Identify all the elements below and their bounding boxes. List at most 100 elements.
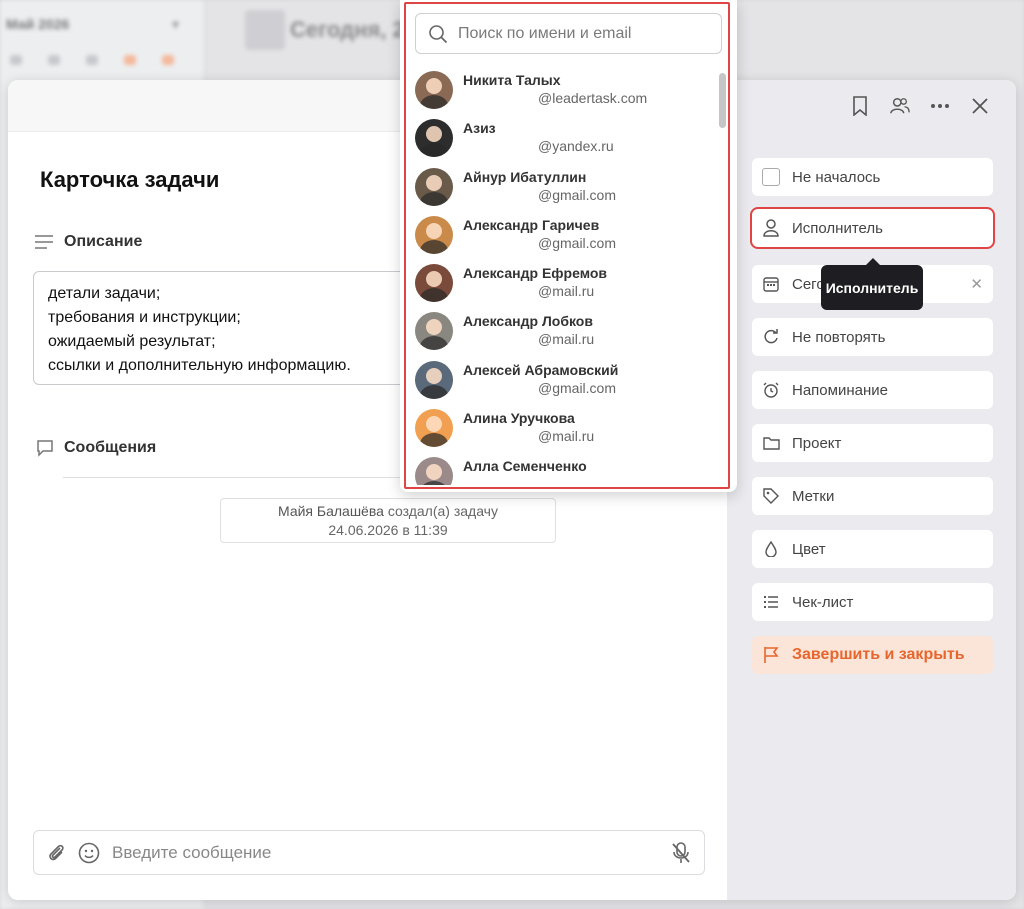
user-list-item[interactable]: Александр Лобков @mail.ru <box>408 306 718 354</box>
description-header: Описание <box>34 233 142 251</box>
chevron-icon: ▾ <box>172 16 180 32</box>
avatar <box>415 312 453 351</box>
calendar-icon <box>762 275 780 293</box>
assignee-label: Исполнитель <box>792 219 883 237</box>
reminder-button[interactable]: Напоминание <box>752 371 993 409</box>
user-name: Алина Уручкова <box>463 410 575 427</box>
user-name: Никита Талых <box>463 72 561 88</box>
color-label: Цвет <box>792 540 826 558</box>
microphone-off-icon[interactable] <box>670 841 692 865</box>
user-list-item[interactable]: Айнур Ибатуллин @gmail.com <box>408 162 718 210</box>
avatar <box>415 119 453 158</box>
avatar <box>415 457 453 485</box>
emoji-icon[interactable] <box>78 842 100 864</box>
reminder-label: Напоминание <box>792 381 888 399</box>
description-line: ожидаемый результат; <box>48 333 216 350</box>
messages-header: Сообщения <box>36 439 156 457</box>
calendar-month-label: Май 2026 <box>6 16 70 32</box>
project-label: Проект <box>792 434 842 452</box>
finish-label: Завершить и закрыть <box>792 646 965 663</box>
assignee-search[interactable] <box>415 13 722 54</box>
avatar <box>415 264 453 303</box>
bookmark-icon[interactable] <box>850 96 870 116</box>
user-name: Александр Гаричев <box>463 216 600 233</box>
folder-icon <box>762 434 780 452</box>
status-checkbox[interactable] <box>762 168 780 186</box>
message-input-bar[interactable]: Введите сообщение <box>33 830 705 875</box>
created-text: создал(а) задачу <box>387 503 498 519</box>
created-datetime: 24.06.2026 в 11:39 <box>328 522 448 538</box>
assignee-button[interactable]: Исполнитель <box>750 207 995 249</box>
user-name: Азиз <box>463 120 496 137</box>
creator-name: Майя Балашёва <box>278 503 384 519</box>
calendar-weekdays <box>10 55 174 65</box>
messages-label: Сообщения <box>64 439 157 456</box>
tags-button[interactable]: Метки <box>752 477 993 515</box>
more-icon[interactable] <box>930 96 950 116</box>
assignee-user-list: Никита Талых @leadertask.com Азиз @yandex.… <box>408 65 718 485</box>
sidebar-toggle-icon <box>245 10 285 50</box>
user-list-item[interactable]: Никита Талых @leadertask.com <box>408 65 718 113</box>
search-icon <box>429 24 448 43</box>
user-email: @gmail.com <box>538 379 617 396</box>
alarm-clock-icon <box>762 381 780 399</box>
user-email: @leadertask.com <box>538 90 648 106</box>
user-email: @mail.ru <box>538 428 595 445</box>
tag-icon <box>762 487 780 505</box>
avatar <box>415 71 453 109</box>
finish-and-close-button[interactable]: Завершить и закрыть <box>752 636 993 674</box>
droplet-icon <box>762 540 780 558</box>
description-editor[interactable]: детали задачи; требования и инструкции; … <box>33 271 413 385</box>
user-list-item[interactable]: Алина Уручкова @mail.ru <box>408 403 718 451</box>
project-button[interactable]: Проект <box>752 424 993 462</box>
clear-date-icon[interactable]: ✕ <box>970 275 983 293</box>
repeat-button[interactable]: Не повторять <box>752 318 993 356</box>
checklist-icon <box>762 593 780 611</box>
user-email: @mail.ru <box>538 331 595 348</box>
user-name: Александр Лобков <box>463 313 593 330</box>
users-icon[interactable] <box>890 96 910 116</box>
repeat-icon <box>762 328 780 346</box>
color-button[interactable]: Цвет <box>752 530 993 568</box>
checklist-label: Чек-лист <box>792 593 854 611</box>
user-list-item[interactable]: Александр Гаричев @gmail.com <box>408 210 718 258</box>
user-list-item[interactable]: Азиз @yandex.ru <box>408 113 718 161</box>
status-label: Не началось <box>792 168 881 186</box>
description-line: требования и инструкции; <box>48 309 241 326</box>
assignee-tooltip: Исполнитель <box>821 258 923 310</box>
task-title[interactable]: Карточка задачи <box>40 167 219 193</box>
description-line: ссылки и дополнительную информацию. <box>48 357 351 374</box>
chat-icon <box>37 440 53 457</box>
tags-label: Метки <box>792 487 835 505</box>
user-name: Алексей Абрамовский <box>463 361 619 378</box>
avatar <box>415 409 453 448</box>
flag-icon <box>762 646 780 664</box>
user-email: @mail.ru <box>538 283 595 300</box>
user-list-item[interactable]: Алексей Абрамовский @gmail.com <box>408 355 718 403</box>
close-icon[interactable] <box>970 96 990 116</box>
description-line: детали задачи; <box>48 285 161 302</box>
dropdown-scrollbar[interactable] <box>719 73 726 128</box>
assignee-search-input[interactable] <box>458 24 709 43</box>
repeat-label: Не повторять <box>792 328 886 346</box>
person-icon <box>762 219 780 237</box>
user-email: @gmail.com <box>538 186 617 203</box>
user-name: Александр Ефремов <box>463 265 608 282</box>
description-icon <box>35 235 53 249</box>
avatar <box>415 360 453 399</box>
user-list-item[interactable]: Александр Ефремов @mail.ru <box>408 258 718 306</box>
modal-toolbar <box>850 96 990 116</box>
avatar <box>415 215 453 254</box>
checklist-button[interactable]: Чек-лист <box>752 583 993 621</box>
user-email: @yandex.ru <box>538 138 614 155</box>
status-button[interactable]: Не началось <box>752 158 993 196</box>
user-list-item[interactable]: Алла Семенченко <box>408 451 718 485</box>
task-created-notice: Майя Балашёва создал(а) задачу 24.06.202… <box>220 498 556 543</box>
message-placeholder[interactable]: Введите сообщение <box>112 843 658 863</box>
user-name: Алла Семенченко <box>463 458 587 475</box>
user-name: Айнур Ибатуллин <box>463 168 587 185</box>
description-label: Описание <box>64 233 143 250</box>
paperclip-icon[interactable] <box>46 842 66 864</box>
user-email: @gmail.com <box>538 234 617 251</box>
avatar <box>415 167 453 206</box>
